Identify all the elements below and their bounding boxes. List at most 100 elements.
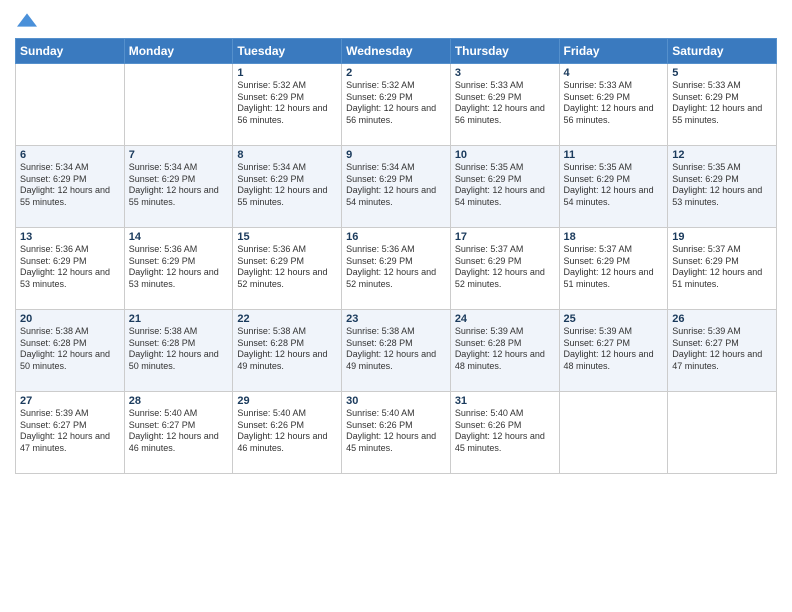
day-info: Sunrise: 5:39 AM Sunset: 6:27 PM Dayligh… [672, 326, 772, 373]
calendar-cell [668, 392, 777, 474]
week-row-1: 1Sunrise: 5:32 AM Sunset: 6:29 PM Daylig… [16, 64, 777, 146]
calendar-cell: 7Sunrise: 5:34 AM Sunset: 6:29 PM Daylig… [124, 146, 233, 228]
calendar-cell: 14Sunrise: 5:36 AM Sunset: 6:29 PM Dayli… [124, 228, 233, 310]
calendar-cell: 29Sunrise: 5:40 AM Sunset: 6:26 PM Dayli… [233, 392, 342, 474]
calendar-cell: 11Sunrise: 5:35 AM Sunset: 6:29 PM Dayli… [559, 146, 668, 228]
day-number: 16 [346, 231, 446, 243]
calendar-cell: 20Sunrise: 5:38 AM Sunset: 6:28 PM Dayli… [16, 310, 125, 392]
calendar-cell: 5Sunrise: 5:33 AM Sunset: 6:29 PM Daylig… [668, 64, 777, 146]
day-number: 11 [564, 149, 664, 161]
day-info: Sunrise: 5:35 AM Sunset: 6:29 PM Dayligh… [455, 162, 555, 209]
day-number: 3 [455, 67, 555, 79]
day-number: 1 [237, 67, 337, 79]
day-info: Sunrise: 5:33 AM Sunset: 6:29 PM Dayligh… [672, 80, 772, 127]
calendar-cell: 23Sunrise: 5:38 AM Sunset: 6:28 PM Dayli… [342, 310, 451, 392]
day-info: Sunrise: 5:32 AM Sunset: 6:29 PM Dayligh… [237, 80, 337, 127]
day-info: Sunrise: 5:36 AM Sunset: 6:29 PM Dayligh… [346, 244, 446, 291]
day-number: 17 [455, 231, 555, 243]
calendar-cell: 13Sunrise: 5:36 AM Sunset: 6:29 PM Dayli… [16, 228, 125, 310]
day-number: 28 [129, 395, 229, 407]
day-info: Sunrise: 5:33 AM Sunset: 6:29 PM Dayligh… [455, 80, 555, 127]
day-number: 21 [129, 313, 229, 325]
day-info: Sunrise: 5:39 AM Sunset: 6:27 PM Dayligh… [564, 326, 664, 373]
weekday-header-thursday: Thursday [450, 39, 559, 64]
day-number: 23 [346, 313, 446, 325]
calendar-cell: 26Sunrise: 5:39 AM Sunset: 6:27 PM Dayli… [668, 310, 777, 392]
day-info: Sunrise: 5:34 AM Sunset: 6:29 PM Dayligh… [237, 162, 337, 209]
calendar-cell: 3Sunrise: 5:33 AM Sunset: 6:29 PM Daylig… [450, 64, 559, 146]
day-number: 20 [20, 313, 120, 325]
calendar-cell: 21Sunrise: 5:38 AM Sunset: 6:28 PM Dayli… [124, 310, 233, 392]
logo-text [15, 10, 37, 30]
week-row-5: 27Sunrise: 5:39 AM Sunset: 6:27 PM Dayli… [16, 392, 777, 474]
day-info: Sunrise: 5:38 AM Sunset: 6:28 PM Dayligh… [20, 326, 120, 373]
day-number: 7 [129, 149, 229, 161]
calendar-cell: 30Sunrise: 5:40 AM Sunset: 6:26 PM Dayli… [342, 392, 451, 474]
day-info: Sunrise: 5:35 AM Sunset: 6:29 PM Dayligh… [672, 162, 772, 209]
calendar: SundayMondayTuesdayWednesdayThursdayFrid… [15, 38, 777, 474]
day-info: Sunrise: 5:34 AM Sunset: 6:29 PM Dayligh… [129, 162, 229, 209]
day-info: Sunrise: 5:34 AM Sunset: 6:29 PM Dayligh… [346, 162, 446, 209]
calendar-cell: 16Sunrise: 5:36 AM Sunset: 6:29 PM Dayli… [342, 228, 451, 310]
day-number: 26 [672, 313, 772, 325]
day-number: 5 [672, 67, 772, 79]
day-info: Sunrise: 5:40 AM Sunset: 6:26 PM Dayligh… [237, 408, 337, 455]
day-number: 25 [564, 313, 664, 325]
day-number: 9 [346, 149, 446, 161]
day-number: 30 [346, 395, 446, 407]
day-info: Sunrise: 5:32 AM Sunset: 6:29 PM Dayligh… [346, 80, 446, 127]
day-number: 27 [20, 395, 120, 407]
calendar-cell: 15Sunrise: 5:36 AM Sunset: 6:29 PM Dayli… [233, 228, 342, 310]
calendar-cell: 31Sunrise: 5:40 AM Sunset: 6:26 PM Dayli… [450, 392, 559, 474]
day-number: 10 [455, 149, 555, 161]
calendar-cell: 25Sunrise: 5:39 AM Sunset: 6:27 PM Dayli… [559, 310, 668, 392]
weekday-header-wednesday: Wednesday [342, 39, 451, 64]
day-info: Sunrise: 5:36 AM Sunset: 6:29 PM Dayligh… [20, 244, 120, 291]
calendar-cell [16, 64, 125, 146]
day-number: 15 [237, 231, 337, 243]
day-info: Sunrise: 5:39 AM Sunset: 6:28 PM Dayligh… [455, 326, 555, 373]
weekday-header-monday: Monday [124, 39, 233, 64]
header [15, 10, 777, 30]
calendar-cell [124, 64, 233, 146]
day-info: Sunrise: 5:36 AM Sunset: 6:29 PM Dayligh… [237, 244, 337, 291]
calendar-cell: 4Sunrise: 5:33 AM Sunset: 6:29 PM Daylig… [559, 64, 668, 146]
weekday-header-row: SundayMondayTuesdayWednesdayThursdayFrid… [16, 39, 777, 64]
day-number: 6 [20, 149, 120, 161]
day-info: Sunrise: 5:38 AM Sunset: 6:28 PM Dayligh… [129, 326, 229, 373]
calendar-cell: 18Sunrise: 5:37 AM Sunset: 6:29 PM Dayli… [559, 228, 668, 310]
day-info: Sunrise: 5:37 AM Sunset: 6:29 PM Dayligh… [672, 244, 772, 291]
calendar-cell: 9Sunrise: 5:34 AM Sunset: 6:29 PM Daylig… [342, 146, 451, 228]
week-row-3: 13Sunrise: 5:36 AM Sunset: 6:29 PM Dayli… [16, 228, 777, 310]
calendar-cell: 19Sunrise: 5:37 AM Sunset: 6:29 PM Dayli… [668, 228, 777, 310]
calendar-cell: 2Sunrise: 5:32 AM Sunset: 6:29 PM Daylig… [342, 64, 451, 146]
week-row-2: 6Sunrise: 5:34 AM Sunset: 6:29 PM Daylig… [16, 146, 777, 228]
day-info: Sunrise: 5:34 AM Sunset: 6:29 PM Dayligh… [20, 162, 120, 209]
calendar-cell: 1Sunrise: 5:32 AM Sunset: 6:29 PM Daylig… [233, 64, 342, 146]
day-info: Sunrise: 5:37 AM Sunset: 6:29 PM Dayligh… [564, 244, 664, 291]
calendar-cell: 24Sunrise: 5:39 AM Sunset: 6:28 PM Dayli… [450, 310, 559, 392]
calendar-cell: 28Sunrise: 5:40 AM Sunset: 6:27 PM Dayli… [124, 392, 233, 474]
calendar-cell: 22Sunrise: 5:38 AM Sunset: 6:28 PM Dayli… [233, 310, 342, 392]
calendar-cell: 8Sunrise: 5:34 AM Sunset: 6:29 PM Daylig… [233, 146, 342, 228]
day-info: Sunrise: 5:38 AM Sunset: 6:28 PM Dayligh… [237, 326, 337, 373]
calendar-cell [559, 392, 668, 474]
day-info: Sunrise: 5:40 AM Sunset: 6:27 PM Dayligh… [129, 408, 229, 455]
day-info: Sunrise: 5:40 AM Sunset: 6:26 PM Dayligh… [455, 408, 555, 455]
day-number: 8 [237, 149, 337, 161]
day-number: 14 [129, 231, 229, 243]
calendar-cell: 27Sunrise: 5:39 AM Sunset: 6:27 PM Dayli… [16, 392, 125, 474]
day-info: Sunrise: 5:38 AM Sunset: 6:28 PM Dayligh… [346, 326, 446, 373]
weekday-header-friday: Friday [559, 39, 668, 64]
day-info: Sunrise: 5:37 AM Sunset: 6:29 PM Dayligh… [455, 244, 555, 291]
day-info: Sunrise: 5:35 AM Sunset: 6:29 PM Dayligh… [564, 162, 664, 209]
calendar-cell: 6Sunrise: 5:34 AM Sunset: 6:29 PM Daylig… [16, 146, 125, 228]
calendar-cell: 12Sunrise: 5:35 AM Sunset: 6:29 PM Dayli… [668, 146, 777, 228]
weekday-header-sunday: Sunday [16, 39, 125, 64]
weekday-header-saturday: Saturday [668, 39, 777, 64]
calendar-cell: 17Sunrise: 5:37 AM Sunset: 6:29 PM Dayli… [450, 228, 559, 310]
day-number: 31 [455, 395, 555, 407]
day-number: 19 [672, 231, 772, 243]
day-number: 13 [20, 231, 120, 243]
calendar-cell: 10Sunrise: 5:35 AM Sunset: 6:29 PM Dayli… [450, 146, 559, 228]
